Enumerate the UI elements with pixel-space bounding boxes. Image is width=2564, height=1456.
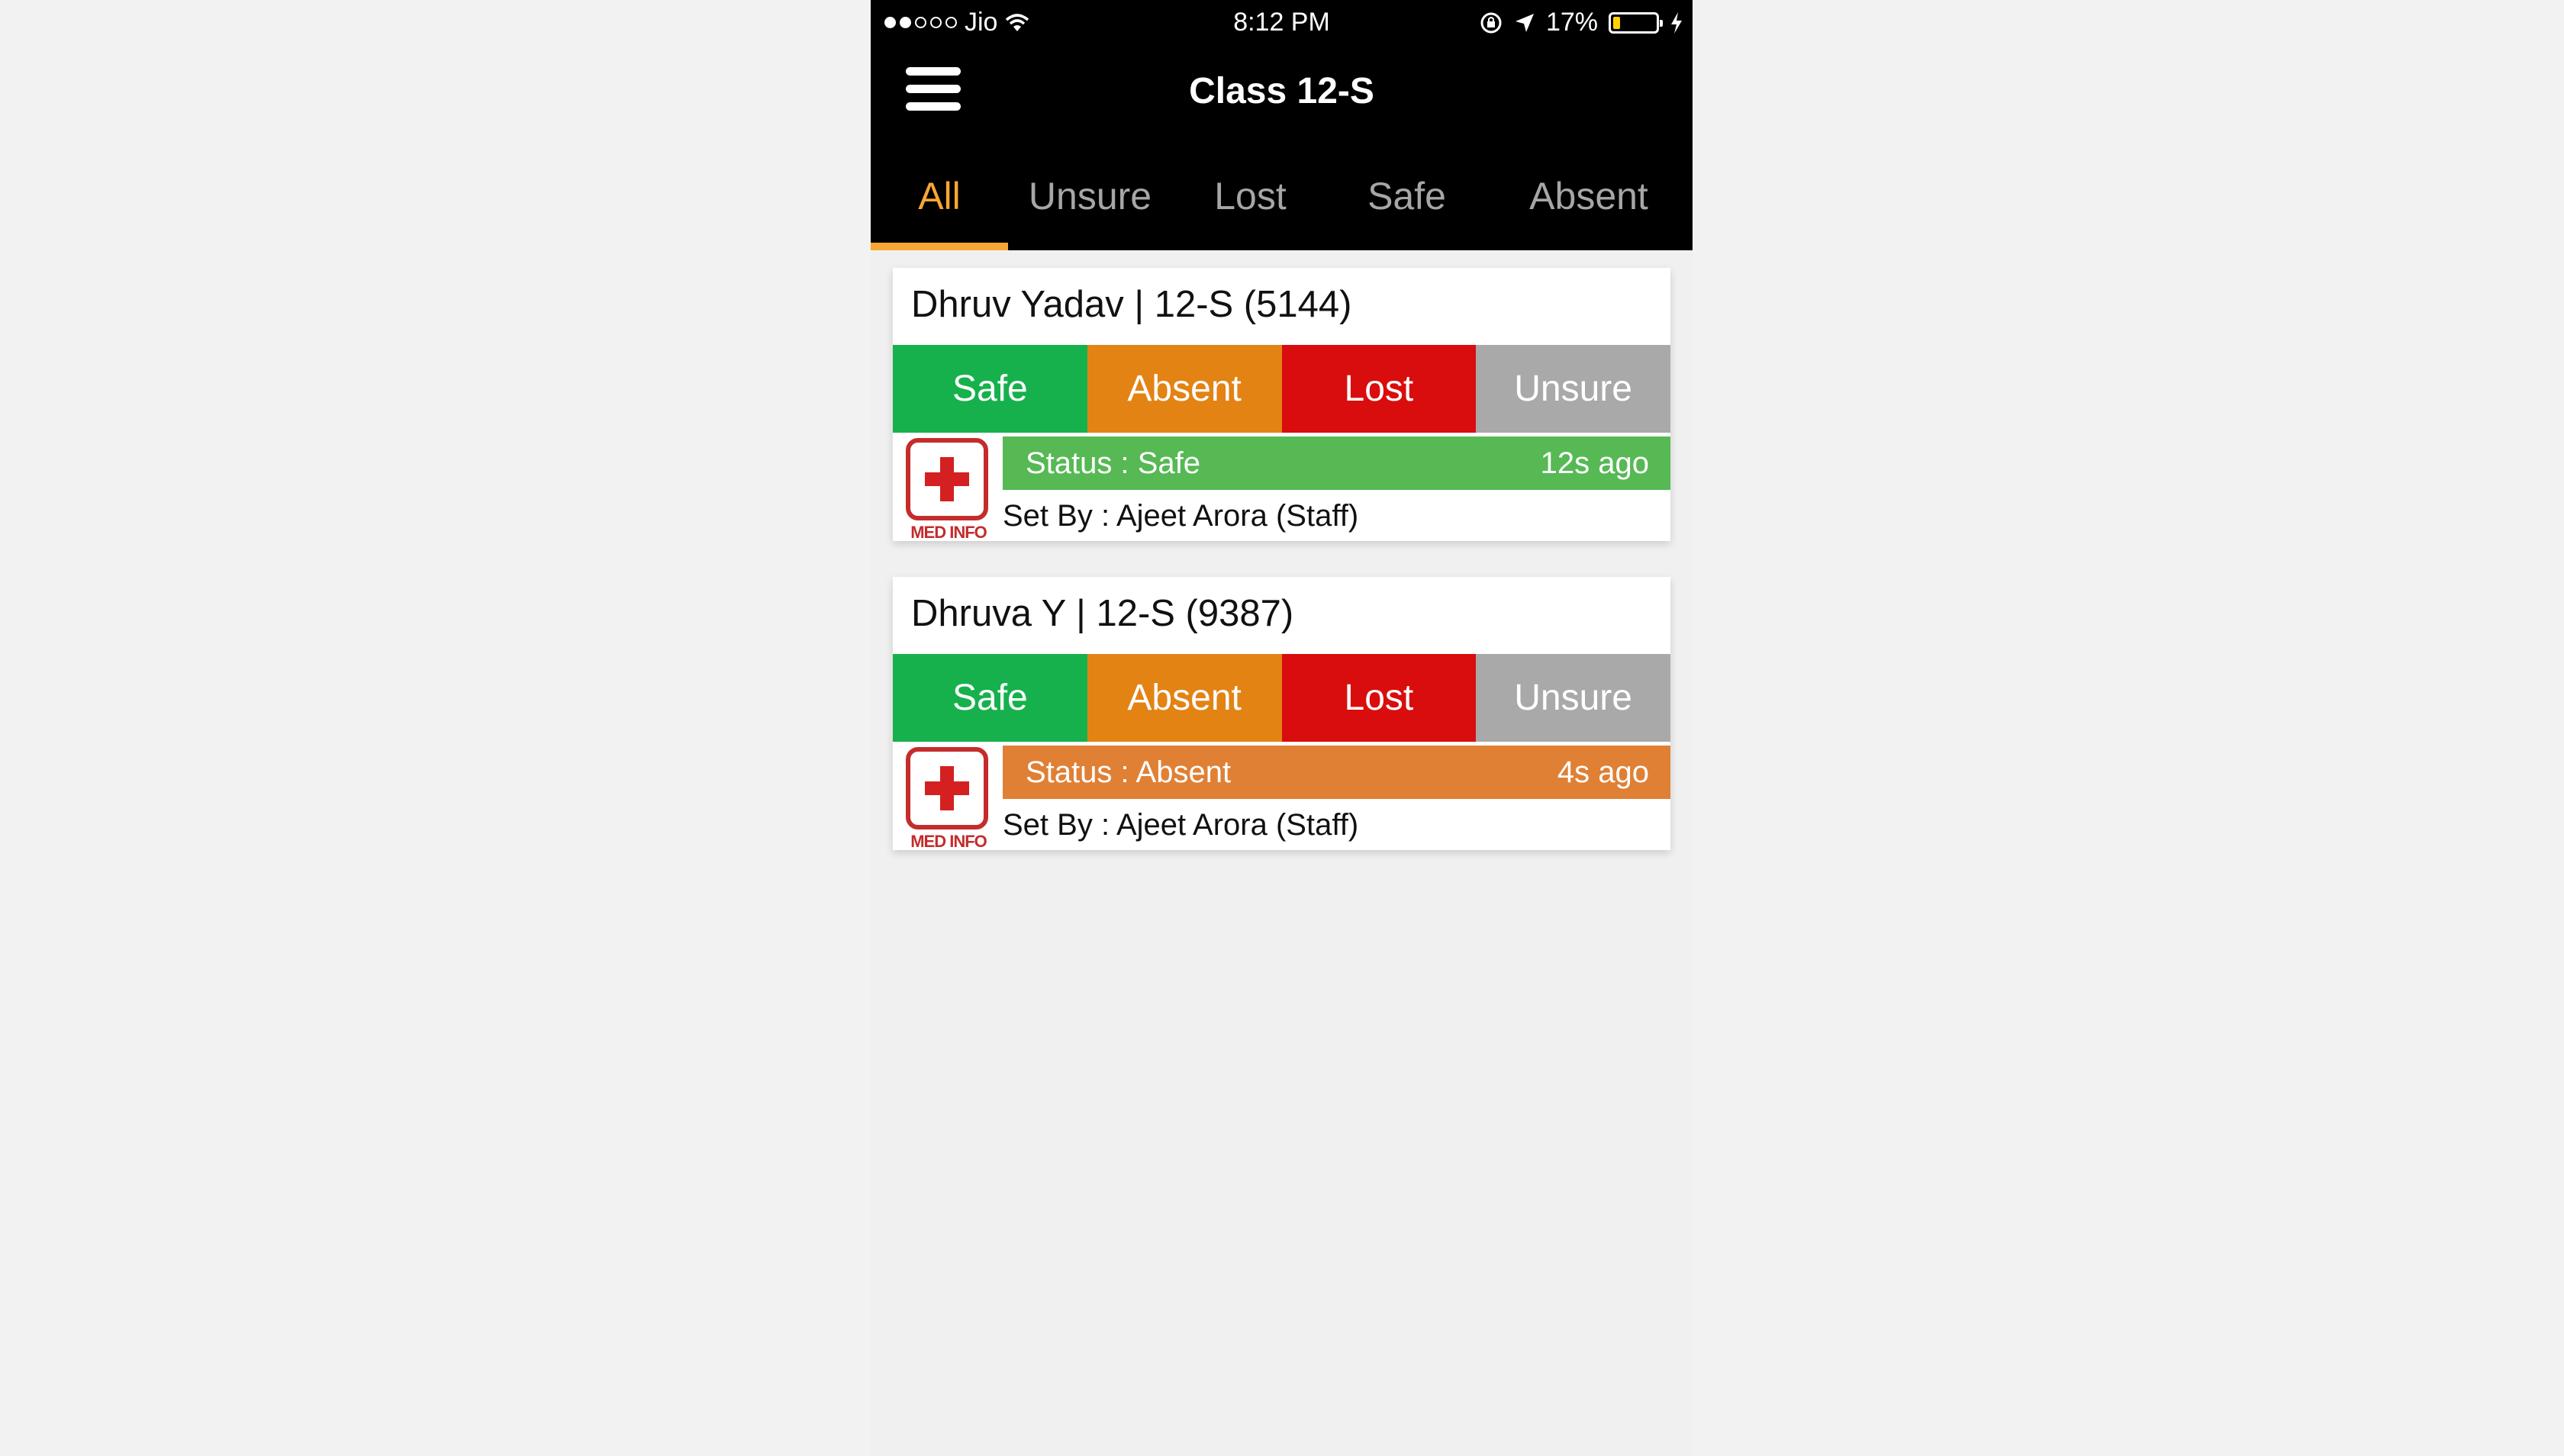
mark-safe-button[interactable]: Safe [893,345,1087,433]
battery-icon [1609,11,1663,34]
med-info-button[interactable]: MED INFO [904,746,993,851]
battery-percent: 17% [1545,8,1598,37]
student-name: Dhruv Yadav | 12-S (5144) [911,284,1352,325]
phone-screen: Jio 8:12 PM 17% Class 12-S All Unsure Lo… [871,0,1693,1456]
tab-absent[interactable]: Absent [1485,160,1693,250]
tab-lost[interactable]: Lost [1172,160,1329,250]
student-name: Dhruva Y | 12-S (9387) [911,593,1294,634]
mark-safe-button[interactable]: Safe [893,654,1087,742]
status-actions: Safe Absent Lost Unsure [893,345,1670,433]
page-title: Class 12-S [1189,71,1374,111]
location-arrow-icon [1515,13,1534,32]
set-by-text: Set By : Ajeet Arora (Staff) [1003,499,1359,533]
status-bar-absent: Status : Absent 4s ago [1003,746,1670,799]
student-card: Dhruv Yadav | 12-S (5144) Safe Absent Lo… [893,268,1670,542]
tab-safe[interactable]: Safe [1329,160,1485,250]
app-header: Jio 8:12 PM 17% Class 12-S All Unsure Lo… [871,0,1693,250]
mark-lost-button[interactable]: Lost [1281,654,1477,742]
status-bar-safe: Status : Safe 12s ago [1003,436,1670,490]
mark-unsure-button[interactable]: Unsure [1476,345,1670,433]
med-info-label: MED INFO [910,832,987,851]
status-text: Status : Absent [1026,755,1232,789]
status-time: 12s ago [1540,446,1649,480]
status-time: 4s ago [1557,755,1649,789]
medical-cross-icon [906,438,988,520]
status-actions: Safe Absent Lost Unsure [893,654,1670,742]
mark-absent-button[interactable]: Absent [1087,345,1282,433]
charging-bolt-icon [1671,11,1682,34]
status-bar: Jio 8:12 PM 17% [871,0,1693,44]
student-card: Dhruva Y | 12-S (9387) Safe Absent Lost … [893,577,1670,851]
med-info-label: MED INFO [910,523,987,542]
filter-tabs: All Unsure Lost Safe Absent [871,160,1693,250]
tab-all[interactable]: All [871,160,1008,250]
mark-absent-button[interactable]: Absent [1087,654,1282,742]
mark-lost-button[interactable]: Lost [1281,345,1477,433]
status-text: Status : Safe [1026,446,1201,480]
mark-unsure-button[interactable]: Unsure [1476,654,1670,742]
orientation-lock-icon [1480,12,1502,33]
set-by-text: Set By : Ajeet Arora (Staff) [1003,808,1359,842]
med-info-button[interactable]: MED INFO [904,436,993,542]
medical-cross-icon [906,747,988,829]
status-icons: 17% [1479,8,1683,37]
tab-unsure[interactable]: Unsure [1008,160,1172,250]
